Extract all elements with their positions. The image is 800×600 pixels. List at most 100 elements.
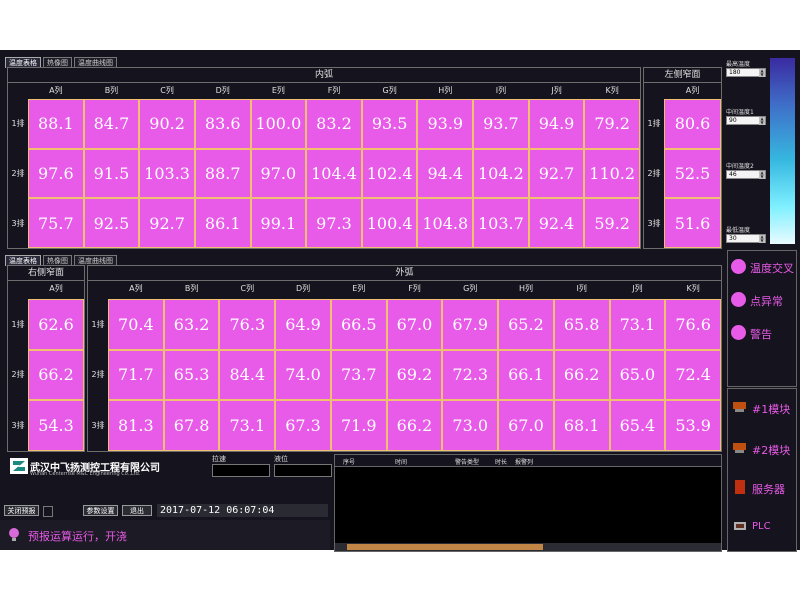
temperature-cell: 70.4 xyxy=(108,299,164,350)
row-header: 1排 xyxy=(11,319,25,329)
temperature-cell: 94.9 xyxy=(528,99,585,149)
max-temp-input[interactable]: 180 ▲ ▼ xyxy=(726,68,766,77)
server-label: 服务器 xyxy=(752,483,785,496)
row-header: 2排 xyxy=(91,370,105,380)
temperature-cell: 66.2 xyxy=(553,349,610,401)
temp-cross-label: 温度交叉 xyxy=(750,262,794,275)
min-temp-input[interactable]: 30 ▲ ▼ xyxy=(726,234,766,243)
temperature-cell: 90.2 xyxy=(139,99,195,149)
module-2-label: #2模块 xyxy=(752,444,791,457)
temperature-cell: 76.6 xyxy=(665,299,721,350)
level-field[interactable] xyxy=(274,464,332,477)
temperature-cell: 102.4 xyxy=(361,148,418,199)
temperature-cell: 92.7 xyxy=(528,148,585,199)
column-header: D列 xyxy=(215,86,230,95)
temp-cross-indicator xyxy=(731,259,746,274)
inner-arc-table: A列 B列 C列 D列 E列 F列 G列 H列 I列 J列 K列 1排 88.1 84.7 90.2 83.6… xyxy=(8,83,640,248)
table-corner xyxy=(8,83,28,99)
mid1-temp-stepper[interactable]: ▲ ▼ xyxy=(759,117,765,125)
plc-icon xyxy=(734,522,746,530)
param-settings-button[interactable]: 参数设置 xyxy=(83,505,118,516)
temperature-cell: 103.7 xyxy=(473,198,529,248)
log-col-time: 时间 xyxy=(395,459,408,466)
temperature-cell: 104.4 xyxy=(306,148,362,199)
temperature-cell: 100.4 xyxy=(361,198,418,248)
temperature-cell: 63.2 xyxy=(163,299,220,350)
right-narrow-table: A列 1排 62.6 2排 66.2 3排 54.3 xyxy=(8,281,84,451)
table-corner xyxy=(644,83,664,99)
mid2-temp-stepper[interactable]: ▲ ▼ xyxy=(759,171,765,179)
row-header: 1排 xyxy=(11,119,25,129)
log-col-duration: 时长 xyxy=(495,459,508,466)
outer-arc-title: 外弧 xyxy=(88,266,721,281)
company-logo-icon xyxy=(10,458,28,474)
temperature-cell: 66.2 xyxy=(386,400,443,451)
temperature-cell: 73.7 xyxy=(330,349,387,401)
indicator-box xyxy=(43,506,53,517)
column-header: A列 xyxy=(129,284,143,293)
temperature-cell: 66.1 xyxy=(498,349,554,401)
column-header: B列 xyxy=(184,284,199,293)
alarm-log-header: 序号 时间 警告类型 时长 报警列 xyxy=(335,455,721,467)
column-header: C列 xyxy=(160,86,174,95)
module-1-icon xyxy=(733,402,746,412)
max-temp-value: 180 xyxy=(729,69,741,76)
column-header: J列 xyxy=(551,86,562,95)
min-temp-stepper[interactable]: ▲ ▼ xyxy=(759,235,765,243)
scrollbar-thumb[interactable] xyxy=(347,544,543,550)
close-forecast-button[interactable]: 关闭预报 xyxy=(4,505,39,516)
column-header: I列 xyxy=(576,284,587,293)
temperature-cell: 64.9 xyxy=(275,299,331,350)
temperature-cell: 53.9 xyxy=(665,400,721,451)
level-label: 液位 xyxy=(274,455,288,463)
inner-arc-title: 内弧 xyxy=(8,68,640,83)
max-temp-label: 最高温度 xyxy=(726,61,751,68)
temperature-cell: 99.1 xyxy=(250,198,307,248)
temperature-cell: 73.1 xyxy=(609,299,666,350)
left-narrow-panel: 左侧窄面 A列 1排 80.6 2排 52.5 3排 51.6 xyxy=(643,67,722,249)
row-header: 2排 xyxy=(11,168,25,178)
temperature-cell: 59.2 xyxy=(584,198,640,248)
temperature-cell: 66.2 xyxy=(28,349,84,401)
outer-arc-panel: 外弧 A列 B列 C列 D列 E列 F列 G列 H列 I列 J列 K列 1排 70.4 63.2 76.3 6… xyxy=(87,265,722,452)
log-col-index: 序号 xyxy=(343,459,356,466)
temperature-cell: 83.6 xyxy=(194,99,251,149)
right-narrow-panel: 右侧窄面 A列 1排 62.6 2排 66.2 3排 54.3 xyxy=(7,265,85,452)
speed-field[interactable] xyxy=(212,464,270,477)
status-bar: 预报运算运行，开浇 xyxy=(0,520,330,550)
mid1-temp-input[interactable]: 90 ▲ ▼ xyxy=(726,116,766,125)
temperature-cell: 71.9 xyxy=(330,400,387,451)
exit-button[interactable]: 退出 xyxy=(122,505,152,516)
column-header: K列 xyxy=(686,284,700,293)
temperature-cell: 93.5 xyxy=(361,99,418,149)
datetime-display: 2017-07-12 06:07:04 xyxy=(157,504,328,517)
mid2-temp-input[interactable]: 46 ▲ ▼ xyxy=(726,170,766,179)
module-2-icon xyxy=(733,443,746,453)
left-narrow-title: 左侧窄面 xyxy=(644,68,721,83)
status-message: 预报运算运行，开浇 xyxy=(28,530,127,543)
row-header: 3排 xyxy=(11,218,25,228)
max-temp-stepper[interactable]: ▲ ▼ xyxy=(759,69,765,77)
module-1-label: #1模块 xyxy=(752,403,791,416)
column-header: A列 xyxy=(49,86,63,95)
column-header: E列 xyxy=(352,284,366,293)
column-header: H列 xyxy=(518,284,533,293)
log-horizontal-scrollbar[interactable] xyxy=(335,543,721,551)
temperature-cell: 67.0 xyxy=(498,400,554,451)
temperature-cell: 65.3 xyxy=(163,349,220,401)
row-header: 1排 xyxy=(91,319,105,329)
table-corner xyxy=(88,281,108,299)
temperature-cell: 97.6 xyxy=(28,148,84,199)
temperature-cell: 103.3 xyxy=(139,148,195,199)
temperature-cell: 51.6 xyxy=(664,198,721,248)
inner-arc-panel: 内弧 A列 B列 C列 D列 E列 F列 G列 H列 I列 J列 K列 1排 88.1 84.7 90.2 8… xyxy=(7,67,641,249)
mid1-temp-value: 90 xyxy=(729,117,737,124)
column-header: A列 xyxy=(685,86,700,95)
temperature-cell: 76.3 xyxy=(219,299,276,350)
temperature-cell: 65.2 xyxy=(498,299,554,350)
temperature-cell: 92.4 xyxy=(528,198,585,248)
left-narrow-table: A列 1排 80.6 2排 52.5 3排 51.6 xyxy=(644,83,721,248)
row-header: 3排 xyxy=(11,421,25,431)
temperature-cell: 97.3 xyxy=(306,198,362,248)
column-header: B列 xyxy=(104,86,119,95)
